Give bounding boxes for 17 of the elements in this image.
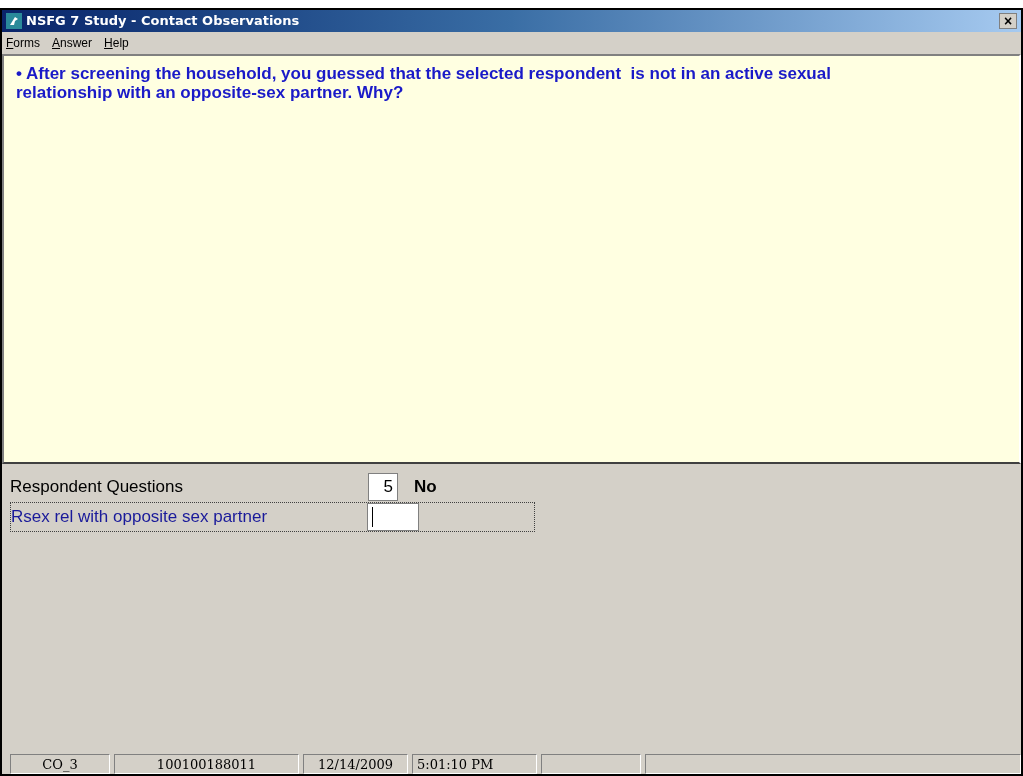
section-label: Respondent Questions — [10, 476, 184, 499]
menu-item[interactable]: Forms — [6, 34, 40, 52]
window-title: NSFG 7 Study - Contact Observations — [26, 12, 300, 31]
answer-field[interactable]: 5 — [368, 473, 398, 501]
status-cell: CO_3 — [10, 754, 110, 774]
question-label: Rsex rel with opposite sex partner — [11, 506, 269, 529]
question-row[interactable]: Rsex rel with opposite sex partner — [10, 502, 535, 532]
question-text: • After screening the household, you guessed that the selected respondent is not in an active sexual relationship with an opposite-sex partner. Why? — [16, 64, 832, 102]
menu-item[interactable]: Help — [104, 34, 129, 52]
app-icon — [6, 13, 22, 29]
close-button[interactable]: × — [999, 13, 1017, 29]
status-cell: 100100188011 — [114, 754, 299, 774]
status-cell: 5:01:10 PM — [412, 754, 537, 774]
status-cell: 12/14/2009 — [303, 754, 408, 774]
menu-item[interactable]: Answer — [52, 34, 93, 52]
answer-field[interactable] — [367, 503, 419, 531]
answer-text: No — [414, 476, 437, 499]
